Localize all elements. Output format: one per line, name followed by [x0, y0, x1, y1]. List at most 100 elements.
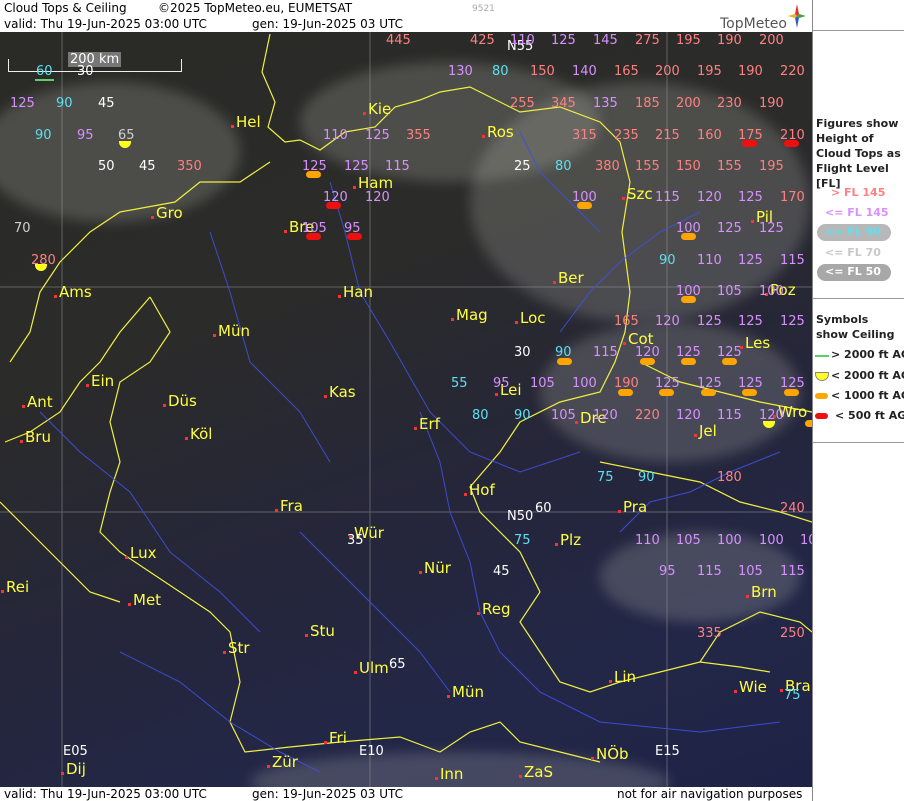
city-label[interactable]: Ant [22, 393, 53, 411]
compass-star-icon [786, 2, 808, 30]
city-label[interactable]: Lin [608, 668, 636, 686]
city-label[interactable]: Loc [515, 309, 546, 327]
flight-level-value: 95 [77, 128, 94, 143]
scale-label: 200 km [68, 52, 122, 67]
flight-level-value: 125 [759, 221, 784, 236]
ceiling-orange-symbol [557, 358, 572, 365]
city-label[interactable]: Kas [324, 383, 356, 401]
flight-level-value: 380 [595, 159, 620, 174]
city-label[interactable]: Pra [617, 498, 647, 516]
city-label[interactable]: Düs [163, 392, 197, 410]
city-label[interactable]: Plz [554, 531, 581, 549]
ceiling-red-symbol [347, 233, 362, 240]
flight-level-value: 105 [800, 533, 812, 548]
flight-level-value: 160 [697, 128, 722, 143]
flight-level-value: 65 [389, 657, 406, 672]
flight-level-value: 190 [759, 96, 784, 111]
city-label[interactable]: Bru [20, 428, 51, 446]
flight-level-value: 110 [635, 533, 660, 548]
flight-level-value: 215 [655, 128, 680, 143]
flight-level-value: 200 [759, 33, 784, 48]
flight-level-value: 195 [697, 64, 722, 79]
flight-level-value: 170 [780, 190, 805, 205]
city-label[interactable]: Ros [482, 123, 514, 141]
city-label[interactable]: Lux [124, 544, 156, 562]
legend-panel: Figures show Height of Cloud Tops as Fli… [812, 0, 904, 801]
ceiling-orange-symbol [681, 358, 696, 365]
ceiling-red-symbol [742, 140, 757, 147]
flight-level-value: 125 [738, 190, 763, 205]
flight-level-value: 115 [593, 345, 618, 360]
flight-level-value: 195 [759, 159, 784, 174]
grid-label-n50: N50 [507, 509, 534, 524]
city-label[interactable]: Ber [553, 269, 584, 287]
map-title: Cloud Tops & Ceiling [4, 1, 127, 15]
flight-level-value: 75 [784, 688, 801, 703]
ceiling-red-symbol [326, 202, 341, 209]
legend-divider [813, 30, 904, 31]
city-label[interactable]: Ams [54, 283, 92, 301]
city-label[interactable]: Inn [434, 765, 463, 783]
footer-bar: valid: Thu 19-Jun-2025 03:00 UTC gen: 19… [0, 787, 812, 801]
city-label[interactable]: Jel [694, 422, 717, 440]
flight-level-value: 190 [717, 33, 742, 48]
city-label[interactable]: Stu [305, 622, 335, 640]
flight-level-value: 110 [323, 128, 348, 143]
map-canvas[interactable]: 200 km N55 N50 E05 E10 E15 Kie Hel Ros H… [0, 32, 812, 787]
flight-level-value: 90 [659, 253, 676, 268]
city-label[interactable]: Mag [451, 306, 488, 324]
flight-level-value: 90 [56, 96, 73, 111]
flight-level-value: 125 [551, 33, 576, 48]
city-label[interactable]: Erf [414, 415, 440, 433]
ceiling-orange-symbol [640, 358, 655, 365]
map-code: 9521 [472, 4, 495, 14]
flight-level-value: 80 [555, 159, 572, 174]
footer-generated-time: gen: 19-Jun-2025 03 UTC [252, 787, 404, 801]
city-label[interactable]: Nür [419, 559, 451, 577]
flight-level-value: 120 [676, 408, 701, 423]
city-label[interactable]: Ulm [354, 659, 389, 677]
city-label[interactable]: Hof [464, 481, 495, 499]
city-label[interactable]: Kie [362, 100, 391, 118]
flight-level-value: 115 [655, 190, 680, 205]
grid-label-e15: E15 [655, 744, 680, 759]
city-label[interactable]: Str [223, 639, 250, 657]
logo-text[interactable]: TopMeteo [720, 16, 787, 32]
flight-level-value: 150 [676, 159, 701, 174]
valid-time: valid: Thu 19-Jun-2025 03:00 UTC [4, 17, 207, 31]
ceiling-orange-symbol [805, 420, 812, 427]
city-label[interactable]: Brn [746, 583, 777, 601]
city-label[interactable]: Mün [213, 322, 250, 340]
flight-level-value: 30 [514, 345, 531, 360]
city-label[interactable]: Fra [275, 497, 303, 515]
flight-level-value: 195 [676, 33, 701, 48]
city-label[interactable]: Hel [231, 113, 261, 131]
city-label[interactable]: Szc [622, 185, 653, 203]
ceiling-orange-symbol [681, 233, 696, 240]
city-label[interactable]: NÖb [591, 745, 629, 763]
city-label[interactable]: ZaS [519, 763, 553, 781]
city-label[interactable]: Ein [85, 372, 114, 390]
grid-label-e10: E10 [359, 744, 384, 759]
flight-level-value: 75 [597, 470, 614, 485]
city-label[interactable]: Zür [267, 753, 298, 771]
flight-level-value: 115 [717, 408, 742, 423]
city-label[interactable]: Fri [324, 729, 347, 747]
city-label[interactable]: Wie [734, 678, 767, 696]
flight-level-value: 165 [614, 314, 639, 329]
city-label[interactable]: Reg [477, 600, 511, 618]
city-label[interactable]: Mün [447, 683, 484, 701]
flight-level-value: 100 [759, 533, 784, 548]
city-label[interactable]: Dij [61, 760, 86, 778]
flight-level-value: 200 [655, 64, 680, 79]
city-label[interactable]: Köl [184, 425, 212, 443]
city-label[interactable]: Gro [151, 204, 183, 222]
city-label[interactable]: Han [338, 283, 373, 301]
ceiling-orange-symbol [681, 296, 696, 303]
flight-level-value: 110 [697, 253, 722, 268]
city-label[interactable]: Les [739, 334, 770, 352]
city-label[interactable]: Rei [0, 578, 29, 596]
flight-level-value: 150 [530, 64, 555, 79]
ceiling-orange-symbol [742, 389, 757, 396]
city-label[interactable]: Met [127, 591, 161, 609]
